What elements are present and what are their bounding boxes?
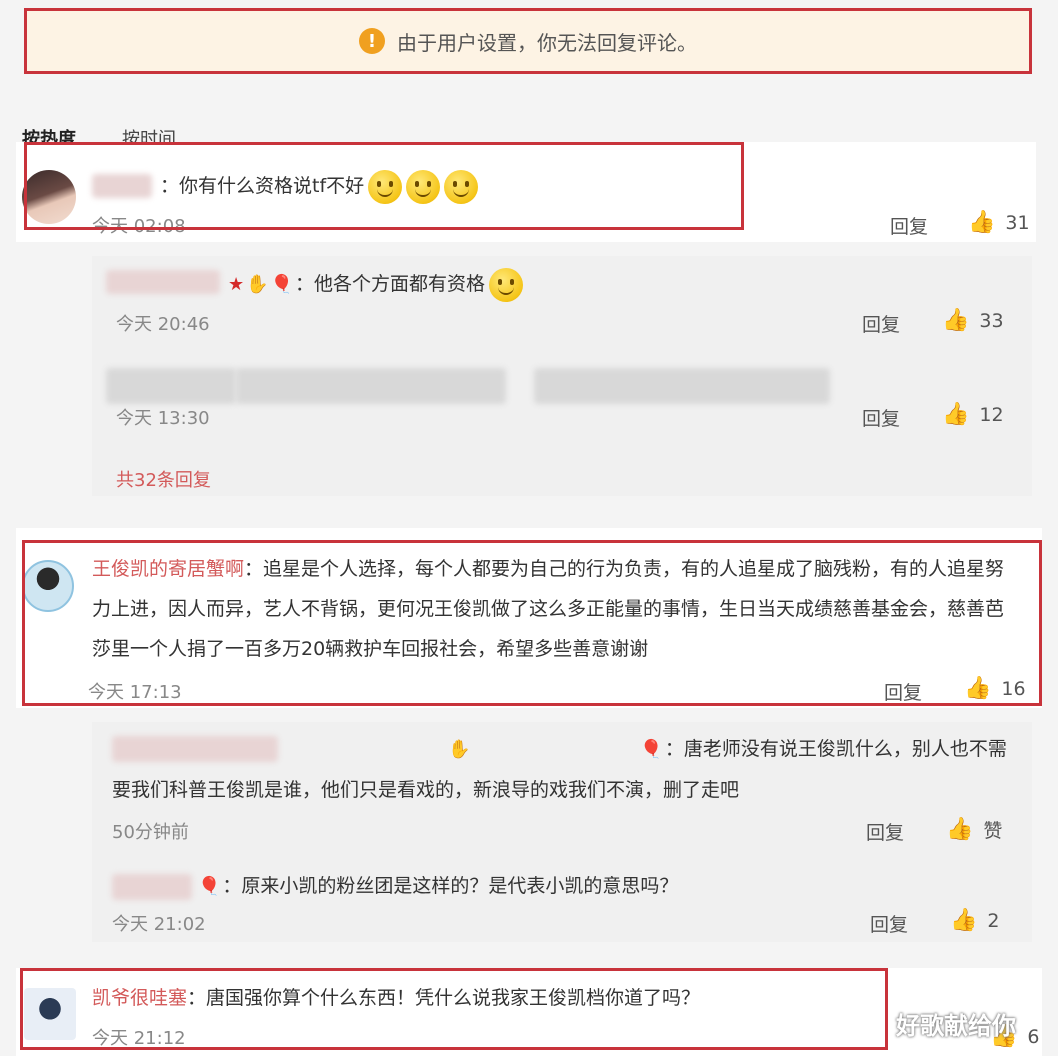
reply-username-blurred[interactable]: [112, 874, 192, 900]
reply-button[interactable]: 回复: [870, 910, 908, 937]
like-count: 2: [987, 909, 1000, 932]
reply-1-text: ★ ✋ 🎈 ：他各个方面都有资格: [228, 264, 523, 305]
balloon-badge-icon: 🎈: [198, 875, 221, 897]
thumbs-up-icon: 👍: [942, 402, 970, 427]
thumbs-up-icon: 👍: [946, 817, 974, 842]
comment-1-text: ：你有什么资格说tf不好: [160, 166, 479, 206]
like-button[interactable]: 👍 16: [964, 676, 1026, 701]
reply-content-blurred: [534, 368, 830, 404]
smile-emoji: [489, 267, 523, 302]
like-count: 33: [979, 309, 1004, 332]
username-blurred[interactable]: [92, 174, 152, 198]
thumbs-up-icon: 👍: [968, 210, 996, 235]
watermark: 好歌献给你: [896, 1012, 1016, 1040]
reply-4-text: 🎈 ：原来小凯的粉丝团是这样的？是代表小凯的意思吗？: [198, 866, 678, 907]
comment-text: ：你有什么资格说tf不好: [160, 175, 365, 197]
smile-emoji: [406, 169, 441, 204]
balloon-badge-icon: 🎈: [640, 738, 663, 760]
like-button[interactable]: 👍 12: [942, 402, 1004, 427]
reply-time: 50分钟前: [112, 822, 189, 843]
comment-2-body: 王俊凯的寄居蟹啊：追星是个人选择，每个人都要为自己的行为负责，有的人追星成了脑残…: [92, 549, 1022, 669]
reply-disabled-notice: ! 由于用户设置，你无法回复评论。: [24, 8, 1032, 74]
notice-text: 由于用户设置，你无法回复评论。: [397, 30, 697, 55]
reply-time: 今天 21:02: [112, 914, 206, 935]
like-button[interactable]: 👍 33: [942, 308, 1004, 333]
reply-button[interactable]: 回复: [862, 310, 900, 337]
like-button[interactable]: 👍 赞: [946, 816, 1002, 843]
reply-time: 今天 13:30: [116, 408, 210, 429]
star-badge-icon: ★: [228, 273, 245, 295]
reply-username-blurred[interactable]: [106, 270, 220, 294]
thumbs-up-icon: 👍: [950, 908, 978, 933]
like-count: 6: [1027, 1025, 1040, 1048]
comment-time: 今天 21:12: [92, 1028, 186, 1049]
reply-button[interactable]: 回复: [884, 678, 922, 705]
comment-time: 今天 17:13: [88, 682, 182, 703]
avatar[interactable]: [22, 170, 76, 224]
username[interactable]: 凯爷很哇塞: [92, 987, 187, 1009]
avatar[interactable]: [22, 560, 74, 612]
reply-button[interactable]: 回复: [862, 404, 900, 431]
comment-time: 今天 02:08: [92, 216, 186, 237]
comment-3-text: 凯爷很哇塞：唐国强你算个什么东西！凭什么说我家王俊凯档你道了吗？: [92, 978, 700, 1018]
thumbs-up-icon: 👍: [964, 676, 992, 701]
fan-badge-icon: ✋: [246, 273, 269, 295]
like-count: 赞: [983, 820, 1003, 842]
reply-button[interactable]: 回复: [866, 818, 904, 845]
reply-content-blurred: [236, 368, 506, 404]
reply-button[interactable]: 回复: [890, 212, 928, 239]
username[interactable]: 王俊凯的寄居蟹啊: [92, 558, 244, 580]
balloon-badge-icon: 🎈: [270, 273, 293, 295]
like-button[interactable]: 👍 2: [950, 908, 1000, 933]
like-count: 16: [1001, 677, 1026, 700]
like-count: 12: [979, 403, 1004, 426]
smile-emoji: [444, 169, 479, 204]
reply-time: 今天 20:46: [116, 314, 210, 335]
reply-text: ：原来小凯的粉丝团是这样的？是代表小凯的意思吗？: [222, 875, 679, 897]
more-replies-link[interactable]: 共32条回复: [116, 466, 211, 492]
reply-username-blurred[interactable]: [106, 368, 236, 404]
fan-badge-icon: ✋: [448, 738, 471, 760]
avatar[interactable]: [24, 988, 76, 1040]
smile-emoji: [368, 169, 403, 204]
reply-text: ：他各个方面都有资格: [294, 273, 485, 295]
like-button[interactable]: 👍 31: [968, 210, 1030, 235]
comment-text: ：唐国强你算个什么东西！凭什么说我家王俊凯档你道了吗？: [187, 987, 701, 1009]
thumbs-up-icon: 👍: [942, 308, 970, 333]
like-count: 31: [1005, 211, 1030, 234]
reply-3-text: ✋ 🎈 ：唐老师没有说王俊凯什么，别人也不需要我们科普王俊凯是谁，他们只是看戏的，新…: [112, 729, 1012, 810]
comment-2-text: 王俊凯的寄居蟹啊：追星是个人选择，每个人都要为自己的行为负责，有的人追星成了脑残…: [92, 549, 1022, 669]
warning-icon: !: [359, 28, 385, 54]
